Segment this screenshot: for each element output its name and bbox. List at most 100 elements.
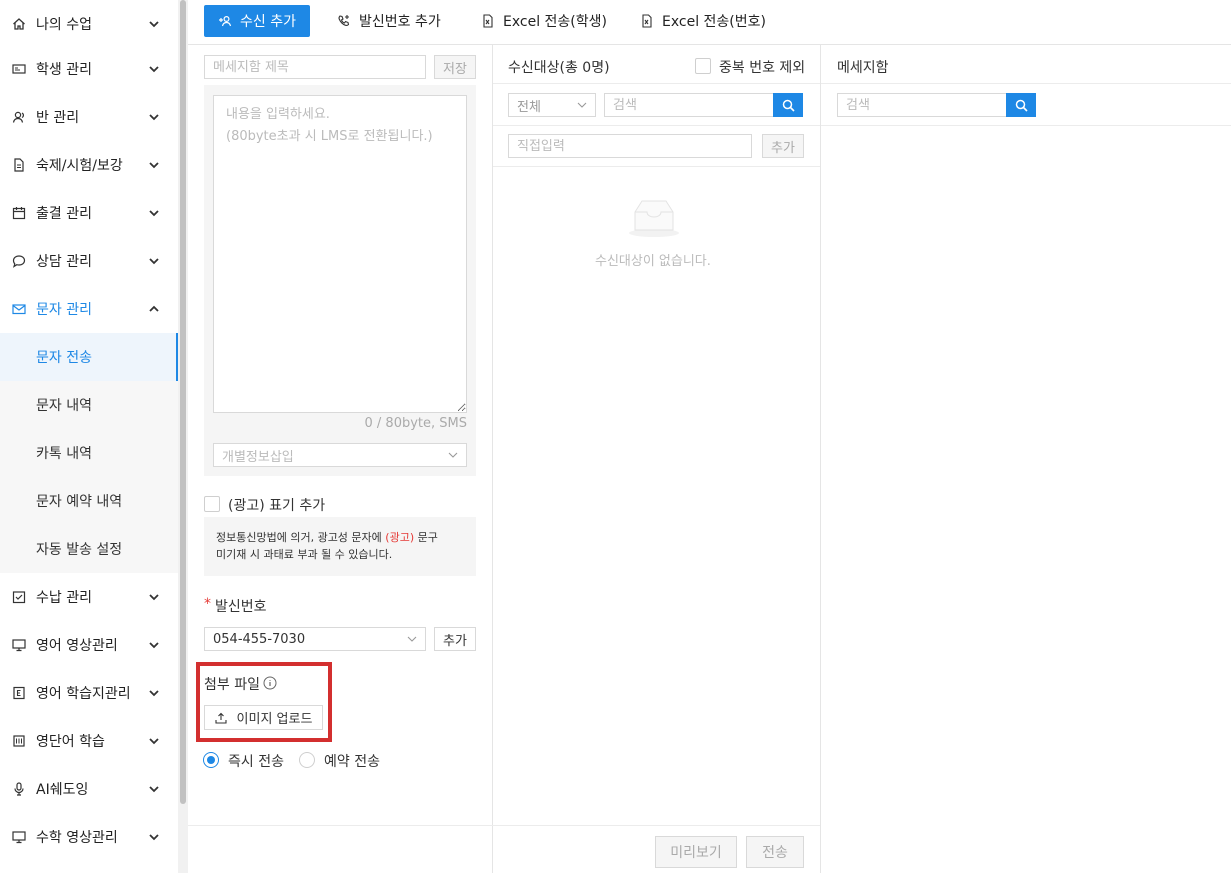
- messagebox-header-divider: [821, 83, 1231, 84]
- add-recipient-label: 수신 추가: [240, 14, 296, 30]
- monitor-icon: [12, 830, 26, 844]
- empty-inbox-icon: [629, 200, 679, 237]
- excel-file-icon: [640, 14, 654, 28]
- sender-add-button[interactable]: 추가: [434, 627, 476, 651]
- chevron-down-icon: [149, 834, 159, 841]
- recipient-search-input[interactable]: [604, 93, 774, 117]
- search-icon: [1015, 99, 1028, 112]
- sidebar-item-label: 수학 영상관리: [36, 830, 118, 846]
- send-now-radio[interactable]: [203, 752, 219, 768]
- sidebar-item-label: 반 관리: [36, 110, 80, 126]
- chevron-down-icon: [149, 66, 159, 73]
- sidebar-subitem-auto-send-settings[interactable]: 자동 발송 설정: [0, 525, 178, 573]
- sidebar-item-ai-shadowing[interactable]: AI쉐도잉: [0, 765, 178, 813]
- send-now-label: 즉시 전송: [228, 754, 284, 770]
- chat-icon: [12, 254, 26, 268]
- save-button[interactable]: 저장: [434, 55, 476, 79]
- image-upload-label: 이미지 업로드: [236, 712, 313, 727]
- add-sender-number-button[interactable]: 발신번호 추가: [337, 5, 441, 37]
- footer-divider: [188, 825, 820, 826]
- chevron-down-icon: [149, 162, 159, 169]
- chevron-down-icon: [149, 642, 159, 649]
- send-button[interactable]: 전송: [746, 836, 804, 868]
- messagebox-title: 메세지함: [837, 60, 889, 76]
- sender-number-select[interactable]: 054-455-7030: [204, 627, 426, 651]
- sidebar-item-student[interactable]: 학생 관리: [0, 45, 178, 93]
- sidebar-item-label: 영단어 학습: [36, 734, 105, 750]
- sidebar-item-label: 숙제/시험/보강: [36, 158, 123, 174]
- id-card-icon: [12, 62, 26, 76]
- personal-info-insert-placeholder: 개별정보삽입: [222, 449, 294, 465]
- ad-label-checkbox[interactable]: [204, 496, 220, 512]
- ad-notice: 정보통신망법에 의거, 광고성 문자에 (광고) 문구 미기재 시 과태료 부과…: [204, 517, 476, 576]
- sidebar-subitem-scheduled-history[interactable]: 문자 예약 내역: [0, 477, 178, 525]
- excel-number-label: Excel 전송(번호): [662, 14, 766, 30]
- notice-text: 정보통신망법에 의거, 광고성 문자에: [216, 531, 386, 544]
- users-icon: [12, 110, 26, 124]
- sidebar-item-label: 출결 관리: [36, 206, 92, 222]
- image-upload-button[interactable]: 이미지 업로드: [204, 705, 323, 730]
- chevron-down-icon: [149, 594, 159, 601]
- messagebox-search-button[interactable]: [1006, 93, 1036, 117]
- chevron-down-icon: [149, 21, 159, 28]
- send-scheduled-radio[interactable]: [299, 752, 315, 768]
- send-scheduled-label: 예약 전송: [324, 754, 380, 770]
- direct-add-button[interactable]: 추가: [762, 134, 804, 158]
- sidebar-subitem-sms-send[interactable]: 문자 전송: [0, 333, 178, 381]
- sidebar-item-class[interactable]: 반 관리: [0, 93, 178, 141]
- chevron-down-icon: [149, 738, 159, 745]
- chevron-down-icon: [407, 636, 417, 642]
- sidebar-item-label: 영어 학습지관리: [36, 686, 131, 702]
- dedupe-checkbox[interactable]: [695, 58, 711, 74]
- notice-text-line2: 미기재 시 과태료 부과 될 수 있습니다.: [216, 548, 393, 561]
- notice-ad-tag: (광고): [385, 531, 415, 544]
- excel-send-number-button[interactable]: Excel 전송(번호): [640, 5, 766, 37]
- sender-number-label: 발신번호: [215, 599, 267, 615]
- message-content-textarea[interactable]: [213, 95, 467, 413]
- info-icon[interactable]: [263, 676, 277, 690]
- personal-info-insert-select[interactable]: 개별정보삽입: [213, 443, 467, 467]
- sidebar-item-label: 영어 영상관리: [36, 638, 118, 654]
- recipient-filter-value: 전체: [517, 99, 541, 115]
- preview-button[interactable]: 미리보기: [655, 836, 737, 868]
- chevron-down-icon: [149, 210, 159, 217]
- sidebar-item-vocabulary[interactable]: 영단어 학습: [0, 717, 178, 765]
- sidebar-item-sms[interactable]: 문자 관리: [0, 285, 178, 333]
- add-recipient-button[interactable]: 수신 추가: [204, 5, 310, 37]
- recipients-header-divider: [493, 83, 820, 84]
- phone-icon: [337, 14, 351, 28]
- recipient-search-button[interactable]: [773, 93, 803, 117]
- recipient-filter-select[interactable]: 전체: [508, 93, 596, 117]
- sidebar-item-english-worksheet[interactable]: 영어 학습지관리: [0, 669, 178, 717]
- sidebar-subitem-kakao-history[interactable]: 카톡 내역: [0, 429, 178, 477]
- message-title-input[interactable]: [204, 55, 426, 79]
- recipients-search-divider: [493, 125, 820, 126]
- attachment-label: 첨부 파일: [204, 677, 260, 693]
- ad-label-checkbox-label: (광고) 표기 추가: [228, 498, 326, 514]
- excel-file-icon: [481, 14, 495, 28]
- empty-recipients-text: 수신대상이 없습니다.: [595, 254, 711, 269]
- sidebar-scrollbar-thumb[interactable]: [180, 0, 186, 804]
- add-sender-label: 발신번호 추가: [359, 14, 441, 30]
- sidebar-item-payment[interactable]: 수납 관리: [0, 573, 178, 621]
- document-icon: [12, 158, 26, 172]
- messagebox-search-input[interactable]: [837, 93, 1007, 117]
- sidebar-item-label: 학생 관리: [36, 62, 92, 78]
- sidebar-item-homework[interactable]: 숙제/시험/보강: [0, 141, 178, 189]
- sidebar-subitem-sms-history[interactable]: 문자 내역: [0, 381, 178, 429]
- direct-input[interactable]: [508, 134, 752, 158]
- sidebar-item-english-video[interactable]: 영어 영상관리: [0, 621, 178, 669]
- e-box-icon: [12, 686, 26, 700]
- excel-send-student-button[interactable]: Excel 전송(학생): [481, 5, 607, 37]
- sidebar-item-math-video[interactable]: 수학 영상관리: [0, 813, 178, 861]
- mail-icon: [12, 302, 26, 316]
- sidebar: 나의 수업 학생 관리 반 관리 숙제/시험/보강 출결 관리 상담 관리 문자…: [0, 0, 178, 873]
- sidebar-item-counseling[interactable]: 상담 관리: [0, 237, 178, 285]
- check-box-icon: [12, 590, 26, 604]
- toolbar: 수신 추가 발신번호 추가 Excel 전송(학생) Excel 전송(번호): [188, 0, 1231, 45]
- sidebar-item-my-class[interactable]: 나의 수업: [0, 0, 178, 48]
- required-mark: *: [204, 596, 211, 612]
- sidebar-item-attendance[interactable]: 출결 관리: [0, 189, 178, 237]
- panel-divider: [820, 45, 821, 873]
- calendar-icon: [12, 206, 26, 220]
